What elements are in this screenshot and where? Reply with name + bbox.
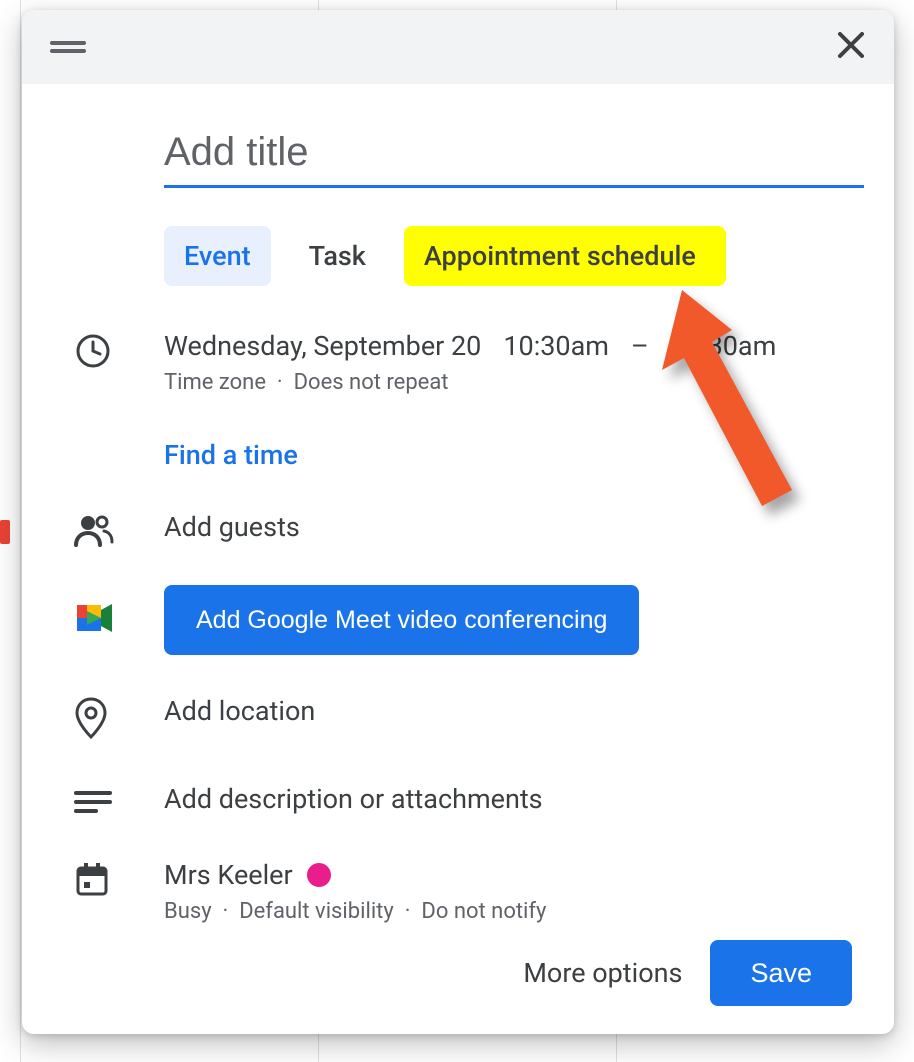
title-input[interactable] <box>164 124 864 188</box>
tab-event[interactable]: Event <box>164 226 271 286</box>
close-icon[interactable] <box>836 30 866 64</box>
visibility-label[interactable]: Default visibility <box>239 899 394 924</box>
location-icon <box>74 697 108 743</box>
now-indicator <box>0 520 10 544</box>
add-meet-button[interactable]: Add Google Meet video conferencing <box>164 585 639 655</box>
availability-label[interactable]: Busy <box>164 899 212 924</box>
tab-task[interactable]: Task <box>289 226 386 286</box>
timezone-link[interactable]: Time zone <box>164 370 266 395</box>
find-a-time-link[interactable]: Find a time <box>164 439 298 471</box>
add-description-input[interactable]: Add description or attachments <box>164 783 852 815</box>
calendar-color-dot[interactable] <box>307 863 331 887</box>
dialog-header <box>22 10 894 84</box>
event-type-tabs: Event Task Appointment schedule <box>164 226 852 286</box>
people-icon <box>74 513 114 551</box>
tab-appointment-schedule[interactable]: Appointment schedule <box>404 226 726 286</box>
clock-icon <box>74 332 112 374</box>
google-meet-icon <box>74 601 114 639</box>
description-icon <box>74 789 112 819</box>
drag-handle-icon[interactable] <box>50 37 86 57</box>
repeat-link[interactable]: Does not repeat <box>294 370 449 395</box>
event-create-dialog: Event Task Appointment schedule Wednesda… <box>22 10 894 1034</box>
time-separator: – <box>631 330 649 362</box>
event-date[interactable]: Wednesday, September 20 <box>164 330 481 362</box>
add-guests-input[interactable]: Add guests <box>164 511 852 543</box>
add-location-input[interactable]: Add location <box>164 695 852 727</box>
start-time[interactable]: 10:30am <box>503 330 609 362</box>
end-time[interactable]: 11:30am <box>671 330 777 362</box>
more-options-button[interactable]: More options <box>523 957 682 989</box>
calendar-icon <box>74 861 110 901</box>
notify-label[interactable]: Do not notify <box>421 899 546 924</box>
save-button[interactable]: Save <box>710 940 852 1006</box>
calendar-name[interactable]: Mrs Keeler <box>164 859 293 891</box>
